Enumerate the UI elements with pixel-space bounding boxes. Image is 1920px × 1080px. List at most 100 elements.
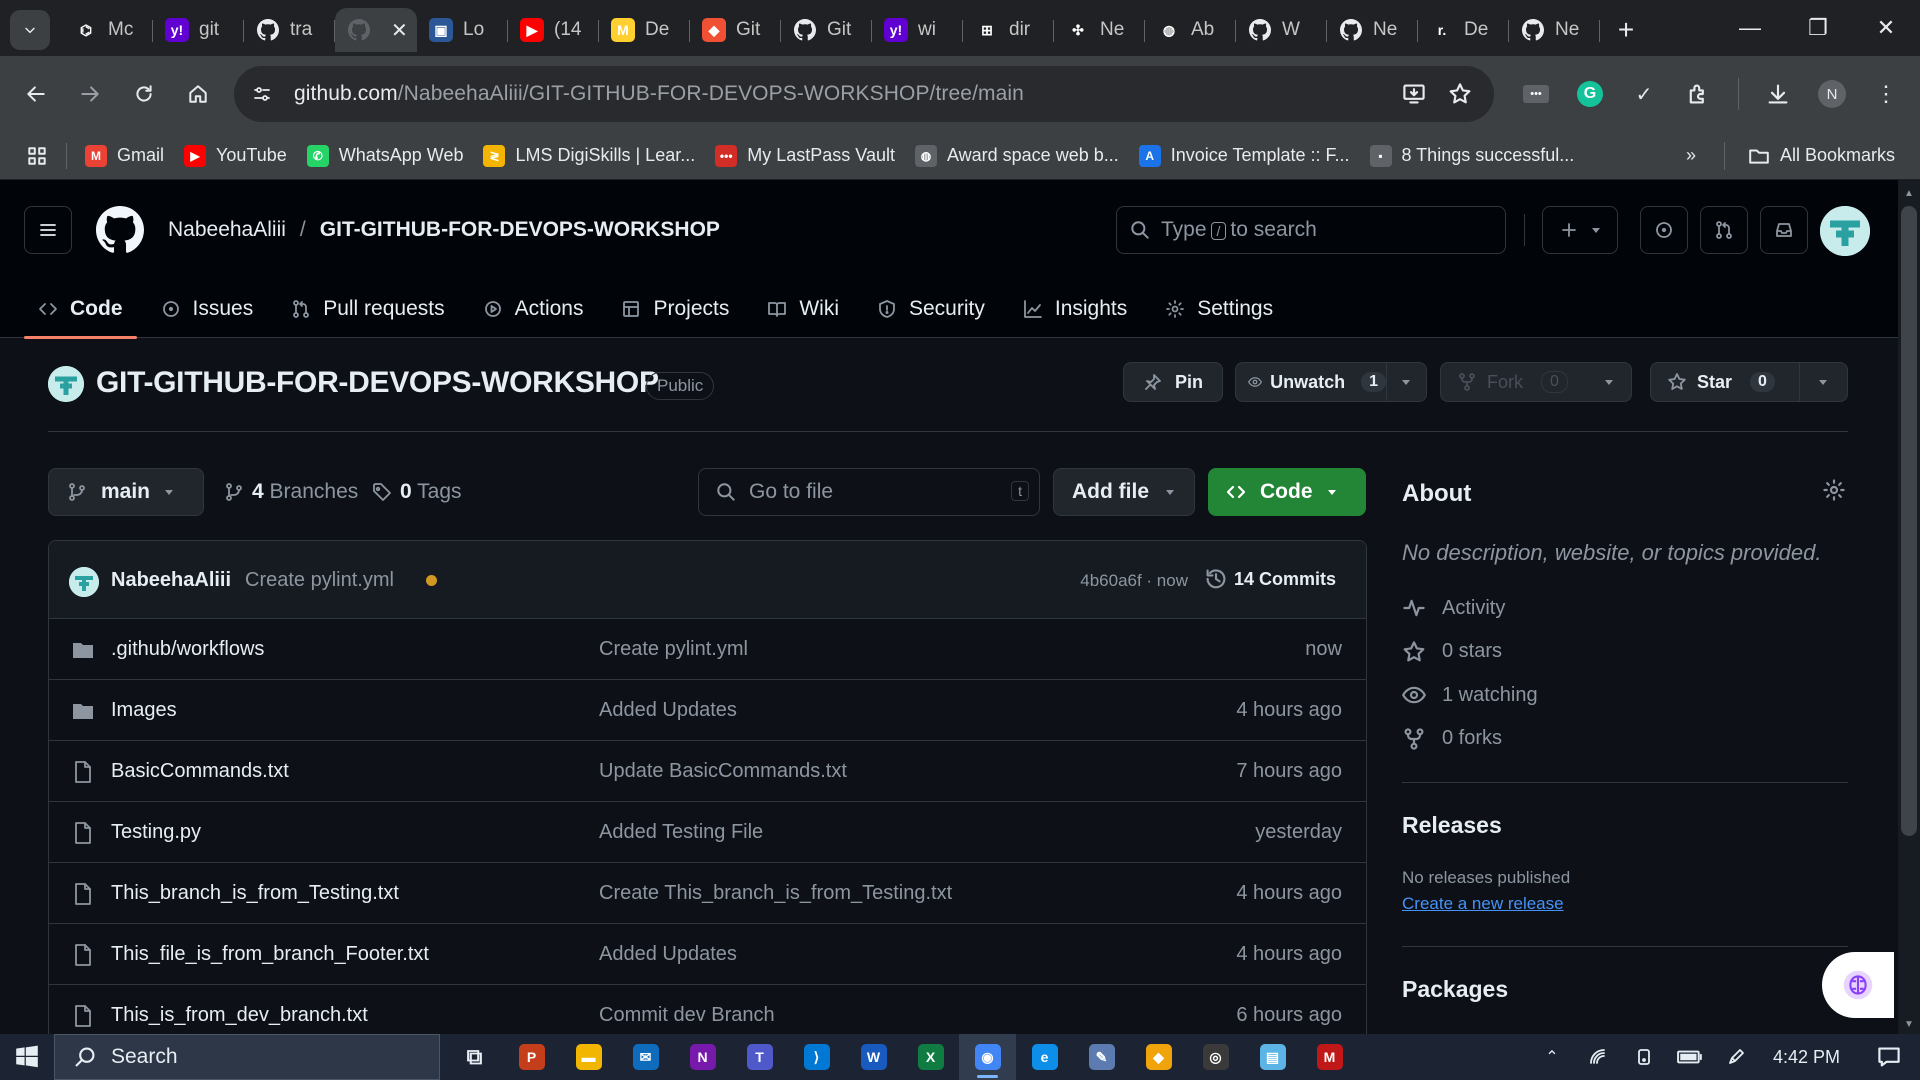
fork-button[interactable]: Fork 0 (1441, 371, 1587, 393)
notepad-icon[interactable]: ▤ (1244, 1034, 1301, 1080)
site-info-button[interactable] (242, 74, 282, 114)
file-commit-message[interactable]: Create pylint.yml (599, 638, 748, 661)
github-logo-icon[interactable] (96, 206, 144, 254)
issues-button[interactable] (1640, 206, 1688, 254)
mail-icon[interactable]: ✉ (617, 1034, 674, 1080)
powerpoint-icon[interactable]: P (503, 1034, 560, 1080)
chrome-icon[interactable]: ◉ (959, 1034, 1016, 1080)
browser-tab[interactable]: Git (781, 8, 872, 52)
windows-start-button[interactable] (0, 1034, 54, 1080)
commit-author-avatar[interactable] (69, 567, 99, 597)
tab-settings[interactable]: Settings (1151, 280, 1287, 338)
install-app-button[interactable] (1394, 74, 1434, 114)
commit-message[interactable]: Create pylint.yml (245, 569, 394, 592)
browser-tab[interactable]: y! wi (872, 8, 963, 52)
back-button[interactable] (10, 68, 62, 120)
file-commit-message[interactable]: Commit dev Branch (599, 1004, 775, 1027)
tab-issues[interactable]: Issues (147, 280, 268, 338)
tab-security[interactable]: Security (863, 280, 999, 338)
breadcrumb-repo[interactable]: GIT-GITHUB-FOR-DEVOPS-WORKSHOP (320, 218, 720, 242)
lastpass-extension-icon[interactable]: ••• (1516, 74, 1556, 114)
file-row[interactable]: This_branch_is_from_Testing.txt Create Th… (49, 863, 1366, 924)
notifications-icon[interactable] (1866, 1045, 1912, 1069)
excel-icon[interactable]: X (902, 1034, 959, 1080)
commits-link[interactable]: 14 Commits (1204, 567, 1336, 591)
browser-tab[interactable]: Ne (1327, 8, 1418, 52)
about-stat[interactable]: 0 stars (1402, 640, 1502, 664)
browser-tab[interactable]: ▣ Lo (417, 8, 508, 52)
fork-dropdown-button[interactable] (1586, 362, 1632, 402)
about-stat[interactable]: 1 watching (1402, 683, 1538, 707)
browser-tab[interactable]: y! git (153, 8, 244, 52)
gear-icon[interactable] (1822, 478, 1846, 502)
tab-code[interactable]: Code (24, 280, 137, 339)
browser-tab[interactable]: M De (599, 8, 690, 52)
bookmark-item[interactable]: ◍ Award space web b... (905, 136, 1129, 176)
minimize-button[interactable]: — (1716, 0, 1784, 56)
create-new-button[interactable] (1542, 206, 1618, 254)
bookmark-item[interactable]: ✆ WhatsApp Web (297, 136, 474, 176)
all-bookmarks-button[interactable]: All Bookmarks (1738, 136, 1905, 176)
scroll-up-icon[interactable]: ▲ (1904, 188, 1914, 199)
file-name[interactable]: Images (111, 699, 177, 722)
browser-tab[interactable]: ✕ (335, 8, 417, 52)
close-tab-icon[interactable]: ✕ (391, 18, 408, 43)
file-commit-message[interactable]: Create This_branch_is_from_Testing.txt (599, 882, 952, 905)
restore-button[interactable]: ❐ (1784, 0, 1852, 56)
phone-link-icon[interactable] (1621, 1047, 1667, 1067)
wifi-icon[interactable] (1575, 1047, 1621, 1067)
file-row[interactable]: Testing.py Added Testing File yesterday (49, 802, 1366, 863)
tab-insights[interactable]: Insights (1009, 280, 1141, 338)
tab-pull-requests[interactable]: Pull requests (277, 280, 458, 338)
pull-requests-button[interactable] (1700, 206, 1748, 254)
tab-search-button[interactable] (10, 10, 50, 50)
browser-tab[interactable]: ⊞ dir (963, 8, 1054, 52)
mcafee-icon[interactable]: M (1301, 1034, 1358, 1080)
more-menu-icon[interactable]: ⋮ (1866, 74, 1906, 114)
browser-tab[interactable]: ◆ Git (690, 8, 781, 52)
file-commit-message[interactable]: Added Testing File (599, 821, 763, 844)
browser-tab[interactable]: ⌬ Mc (62, 8, 153, 52)
file-commit-message[interactable]: Added Updates (599, 699, 737, 722)
file-name[interactable]: This_file_is_from_branch_Footer.txt (111, 943, 429, 966)
obs-icon[interactable]: ◎ (1187, 1034, 1244, 1080)
pen-icon[interactable] (1713, 1047, 1759, 1067)
browser-tab[interactable]: ▶ (14 (508, 8, 599, 52)
taskbar-search-box[interactable]: Search (54, 1034, 440, 1080)
file-name[interactable]: BasicCommands.txt (111, 760, 289, 783)
releases-heading[interactable]: Releases (1402, 812, 1502, 839)
create-release-link[interactable]: Create a new release (1402, 894, 1564, 914)
add-file-button[interactable]: Add file (1053, 468, 1195, 516)
star-dropdown-button[interactable] (1799, 377, 1847, 387)
file-commit-message[interactable]: Added Updates (599, 943, 737, 966)
bookmark-item[interactable]: M Gmail (75, 136, 174, 176)
browser-tab[interactable]: tra (244, 8, 335, 52)
bookmark-item[interactable]: ••• My LastPass Vault (705, 136, 905, 176)
file-name[interactable]: This_is_from_dev_branch.txt (111, 1004, 368, 1027)
about-stat[interactable]: Activity (1402, 596, 1505, 620)
star-button[interactable]: Star 0 (1651, 372, 1799, 393)
clock[interactable]: 4:42 PM (1773, 1047, 1840, 1068)
user-avatar[interactable] (1820, 206, 1870, 256)
pin-button[interactable]: Pin (1123, 362, 1223, 402)
unwatch-button[interactable]: Unwatch 1 (1236, 372, 1386, 393)
breadcrumb-owner[interactable]: NabeehaAliii (168, 218, 286, 242)
browser-tab[interactable]: r. De (1418, 8, 1509, 52)
grammarly-extension-icon[interactable]: G (1570, 74, 1610, 114)
code-download-button[interactable]: Code (1208, 468, 1366, 516)
go-to-file-input[interactable]: Go to file t (698, 468, 1040, 516)
file-row[interactable]: .github/workflows Create pylint.yml now (49, 619, 1366, 680)
new-tab-button[interactable]: + (1604, 8, 1648, 52)
file-explorer-icon[interactable]: ▬ (560, 1034, 617, 1080)
forward-button[interactable] (64, 68, 116, 120)
file-row[interactable]: BasicCommands.txt Update BasicCommands.tx… (49, 741, 1366, 802)
browser-tab[interactable]: W (1236, 8, 1327, 52)
scroll-down-icon[interactable]: ▼ (1904, 1019, 1914, 1030)
extension-icon[interactable]: ✓ (1624, 74, 1664, 114)
file-name[interactable]: This_branch_is_from_Testing.txt (111, 882, 399, 905)
tab-wiki[interactable]: Wiki (753, 280, 853, 338)
downloads-icon[interactable] (1758, 74, 1798, 114)
bookmark-item[interactable]: ▶ YouTube (174, 136, 297, 176)
inbox-button[interactable] (1760, 206, 1808, 254)
onenote-icon[interactable]: N (674, 1034, 731, 1080)
